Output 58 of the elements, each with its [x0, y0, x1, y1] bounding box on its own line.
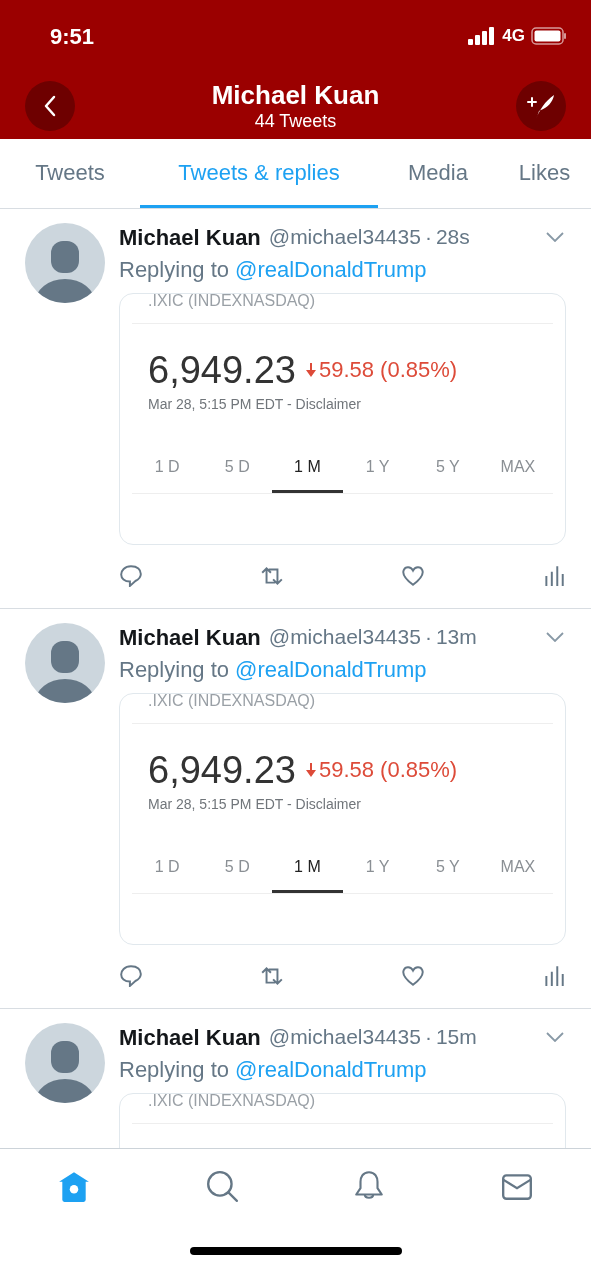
analytics-icon[interactable] [542, 963, 566, 987]
mention-link[interactable]: @realDonaldTrump [235, 1052, 427, 1086]
tweet-time: 13m [435, 624, 477, 651]
down-arrow-icon [305, 362, 316, 377]
reply-label: Replying to [119, 1055, 230, 1084]
author-name: Michael Kuan [119, 1023, 261, 1052]
price-change: 59.58 (0.85%) [318, 756, 458, 784]
author-name: Michael Kuan [119, 223, 261, 252]
author-handle: @michael34435 [268, 1024, 421, 1051]
down-arrow-icon [305, 762, 316, 777]
clock: 9:51 [50, 22, 95, 51]
range-tab[interactable]: 5 D [202, 443, 273, 493]
reply-icon[interactable] [119, 563, 143, 587]
range-tab[interactable]: 1 D [132, 843, 203, 893]
tweet-time: 28s [435, 224, 470, 251]
range-tab[interactable]: 1 M [272, 843, 343, 893]
range-tab[interactable]: 5 Y [412, 443, 483, 493]
author-handle: @michael34435 [268, 224, 421, 251]
stock-price: 6,949.23 [148, 350, 296, 390]
back-button[interactable] [25, 80, 75, 131]
profile-name: Michael Kuan [211, 79, 380, 110]
mention-link[interactable]: @realDonaldTrump [235, 252, 427, 286]
price-change: 59.58 (0.85%) [318, 356, 458, 384]
separator-dot: · [424, 624, 432, 651]
profile-tab[interactable]: Likes [498, 139, 591, 208]
stock-price: 6,949.23 [148, 750, 296, 790]
range-tab[interactable]: 1 M [272, 443, 343, 493]
heart-icon[interactable] [401, 563, 425, 587]
analytics-icon[interactable] [542, 563, 566, 587]
heart-icon[interactable] [401, 963, 425, 987]
author-name: Michael Kuan [119, 623, 261, 652]
reply-icon[interactable] [119, 963, 143, 987]
profile-tab[interactable]: Media [378, 139, 498, 208]
tweet-time: 15m [435, 1024, 477, 1051]
reply-label: Replying to [119, 255, 230, 284]
range-tab[interactable]: 1 Y [342, 443, 413, 493]
compose-button[interactable] [516, 80, 566, 131]
profile-tab[interactable]: Tweets [0, 139, 140, 208]
network-label: 4G [502, 25, 525, 48]
separator-dot: · [424, 224, 432, 251]
signal-icon [468, 27, 497, 45]
separator-dot: · [424, 1024, 432, 1051]
mention-link[interactable]: @realDonaldTrump [235, 652, 427, 686]
range-tab[interactable]: 1 Y [342, 843, 413, 893]
profile-tab[interactable]: Tweets & replies [140, 139, 378, 208]
reply-label: Replying to [119, 655, 230, 684]
range-tab[interactable]: 1 D [132, 443, 203, 493]
battery-icon [531, 27, 567, 45]
range-tab[interactable]: 5 D [202, 843, 273, 893]
author-handle: @michael34435 [268, 624, 421, 651]
quote-timestamp: Mar 28, 5:15 PM EDT - Disclaimer [147, 395, 362, 414]
tweet-count: 44 Tweets [254, 109, 337, 132]
quote-timestamp: Mar 28, 5:15 PM EDT - Disclaimer [147, 795, 362, 814]
chevron-left-icon [42, 93, 58, 118]
search-icon[interactable] [204, 1168, 239, 1203]
range-tab[interactable]: MAX [482, 443, 554, 493]
range-tab[interactable]: 5 Y [412, 843, 483, 893]
range-tab[interactable]: MAX [482, 843, 554, 893]
